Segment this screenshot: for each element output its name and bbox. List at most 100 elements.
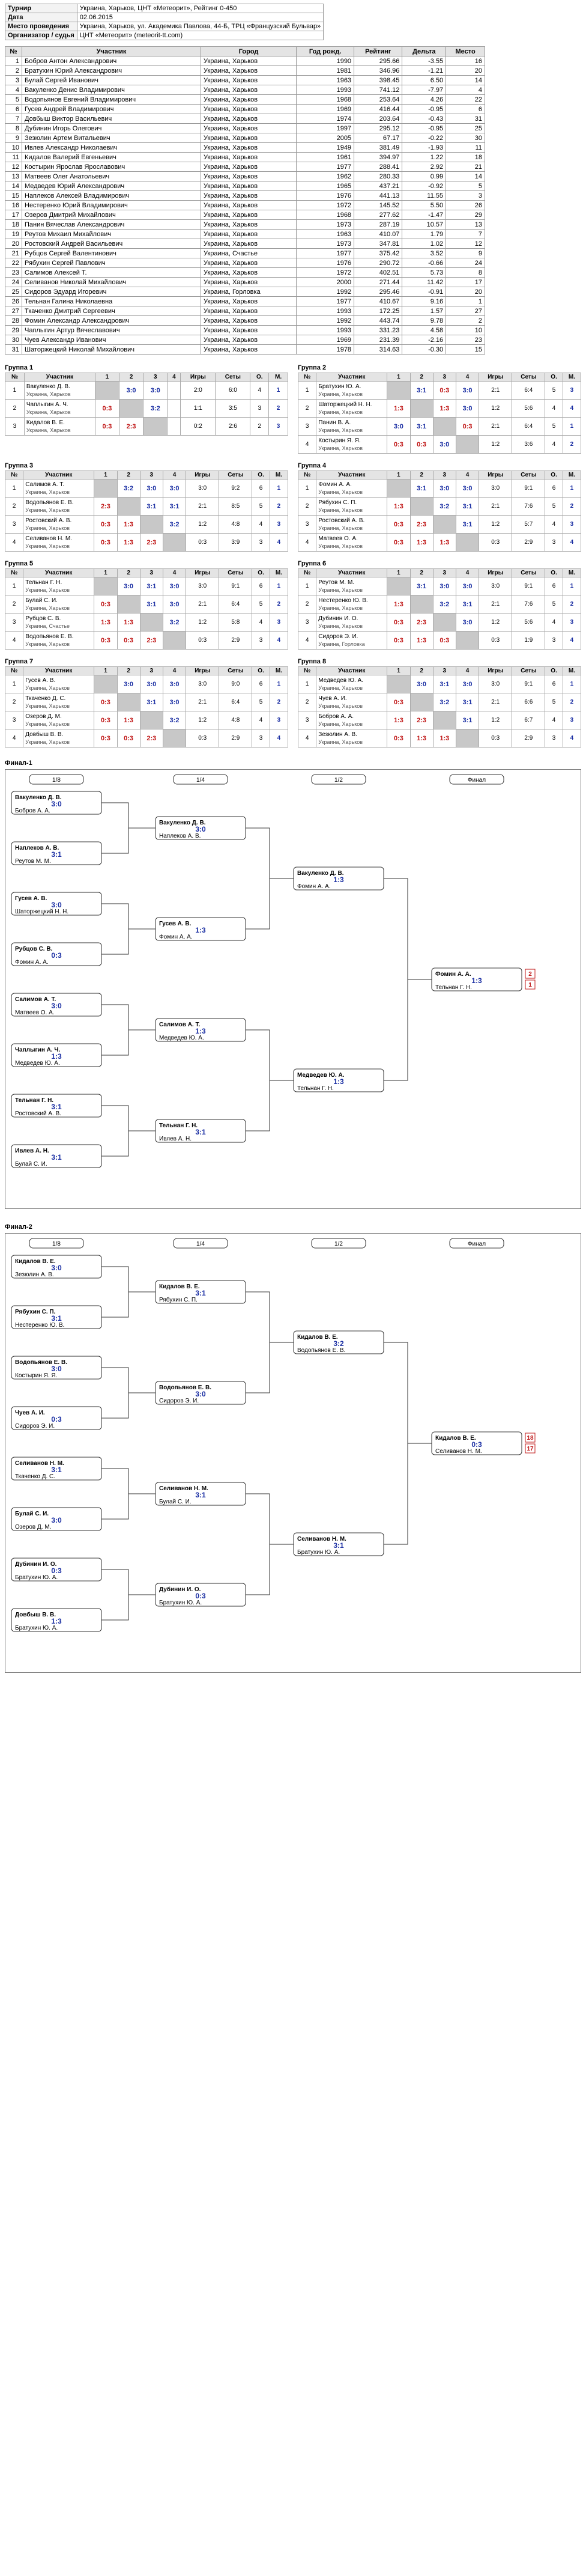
participant-city: Украина, Харьков: [25, 641, 70, 647]
player-b: Медведев Ю. А.: [15, 1060, 60, 1067]
row-number: 2: [4, 595, 24, 614]
player-cell: 1977: [296, 248, 355, 258]
place: 3: [562, 613, 582, 632]
games: 2:1: [479, 693, 513, 711]
place: 2: [269, 693, 289, 711]
round-label: 1/4: [196, 777, 205, 784]
player-cell: -0.91: [402, 287, 447, 297]
match-score: 3:2: [162, 711, 187, 729]
participant-cell: Реутов М. М. Украина, Харьков: [316, 577, 388, 595]
row-number: 2: [297, 693, 317, 711]
place: 2: [562, 435, 582, 454]
self-cell: [409, 595, 433, 614]
player-cell: 2.92: [402, 162, 447, 172]
player-cell: Ткаченко Дмитрий Сергеевич: [22, 306, 201, 316]
group-row: 3 Ростовский А. В. Украина, Харьков 0:3 2:3 3…: [297, 515, 582, 534]
player-cell: 1976: [296, 190, 355, 201]
player-cell: 24: [446, 258, 485, 268]
participant-name: Селиванов Н. М.: [25, 535, 72, 542]
player-b: Рябухин С. П.: [159, 1296, 198, 1303]
player-cell: 253.64: [354, 94, 403, 105]
player-a: Кидалов В. Е.: [435, 1435, 476, 1442]
player-cell: 375.42: [354, 248, 403, 258]
player-cell: Костырин Ярослав Ярославович: [22, 162, 201, 172]
self-cell: [387, 675, 411, 693]
participant-city: Украина, Счастье: [25, 623, 70, 629]
games: 1:2: [186, 711, 220, 729]
player-cell: 1972: [296, 267, 355, 278]
group-block: Группа 6 № Участник 1 2 3 4 Игры Сеты О. М. 1 Реутов…: [297, 560, 582, 650]
player-cell: 394.97: [354, 152, 403, 162]
participant-cell: Салимов А. Т. Украина, Харьков: [23, 479, 95, 498]
row-number: 3: [297, 417, 317, 436]
column-header: 1: [94, 568, 118, 577]
player-b: Фомин А. А.: [297, 883, 331, 890]
column-header: Участник: [23, 568, 95, 577]
column-header: 4: [162, 666, 187, 675]
player-b: Шаторжецкий Н. Н.: [15, 909, 68, 915]
self-cell: [139, 515, 163, 534]
player-cell: 231.39: [354, 335, 403, 345]
player-cell: 1963: [296, 229, 355, 239]
sets: 9:2: [219, 479, 253, 498]
participant-name: Нестеренко Ю. В.: [318, 597, 368, 604]
column-header: М.: [269, 470, 289, 480]
points: 6: [252, 479, 270, 498]
player-cell: 4: [5, 85, 22, 95]
column-header: 4: [455, 470, 480, 480]
place: 3: [269, 613, 289, 632]
column-header: О.: [545, 666, 563, 675]
match-score: 3:1: [455, 711, 480, 729]
player-cell: 1992: [296, 287, 355, 297]
player-cell: 14: [446, 75, 485, 85]
column-header: М.: [269, 568, 289, 577]
player-cell: 277.62: [354, 210, 403, 220]
player-cell: Украина, Харьков: [200, 200, 297, 210]
self-cell: [387, 381, 411, 400]
player-cell: 8: [446, 267, 485, 278]
player-cell: 347.81: [354, 239, 403, 249]
match-score: 3:0: [51, 901, 62, 909]
column-header: 3: [432, 373, 456, 382]
match-score: 3:1: [51, 850, 62, 859]
games: 0:3: [479, 631, 513, 650]
player-b: Братухин Ю. А.: [297, 1549, 340, 1556]
points: 3: [545, 729, 563, 748]
player-cell: Украина, Харьков: [200, 133, 297, 143]
self-cell: [116, 693, 140, 711]
match-score: 0:3: [94, 595, 118, 614]
group-title: Группа 6: [298, 560, 327, 567]
self-cell: [409, 693, 433, 711]
group-title: Группа 5: [5, 560, 34, 567]
player-cell: 1974: [296, 114, 355, 124]
match-score: 3:0: [51, 1002, 62, 1010]
column-header: №: [4, 568, 24, 577]
column-header: Участник: [316, 568, 388, 577]
participant-cell: Панин В. А. Украина, Харьков: [316, 417, 388, 436]
player-cell: 295.46: [354, 287, 403, 297]
match-score: 0:3: [94, 533, 118, 552]
place: 4: [269, 729, 289, 748]
points: 5: [545, 595, 563, 614]
player-row: 3 Булай Сергей Иванович Украина, Харьков 19…: [5, 75, 485, 85]
participant-name: Бобров А. А.: [318, 713, 354, 720]
player-cell: 7: [446, 229, 485, 239]
match-score: 2:3: [119, 417, 144, 436]
info-row: Организатор / судья ЦНТ «Метеорит» (meteo…: [5, 31, 324, 40]
player-cell: 20: [446, 65, 485, 76]
player-cell: 31: [446, 114, 485, 124]
column-header: 4: [455, 568, 480, 577]
match-score: 3:1: [333, 1541, 344, 1550]
sets: 2:9: [219, 631, 253, 650]
player-cell: 1973: [296, 219, 355, 230]
place-number: 18: [527, 1435, 534, 1442]
group-table: № Участник 1 2 3 4 Игры Сеты О. М. 1 Медведев Ю. А.…: [297, 666, 582, 748]
player-cell: Украина, Харьков: [200, 114, 297, 124]
player-b: Братухин Ю. А.: [15, 1625, 58, 1631]
games: 3:0: [186, 675, 220, 693]
points: 5: [545, 381, 563, 400]
participant-city: Украина, Харьков: [318, 586, 363, 593]
player-cell: 20: [446, 287, 485, 297]
player-b: Сидоров Э. И.: [15, 1423, 55, 1430]
player-b: Булай С. И.: [159, 1499, 192, 1505]
